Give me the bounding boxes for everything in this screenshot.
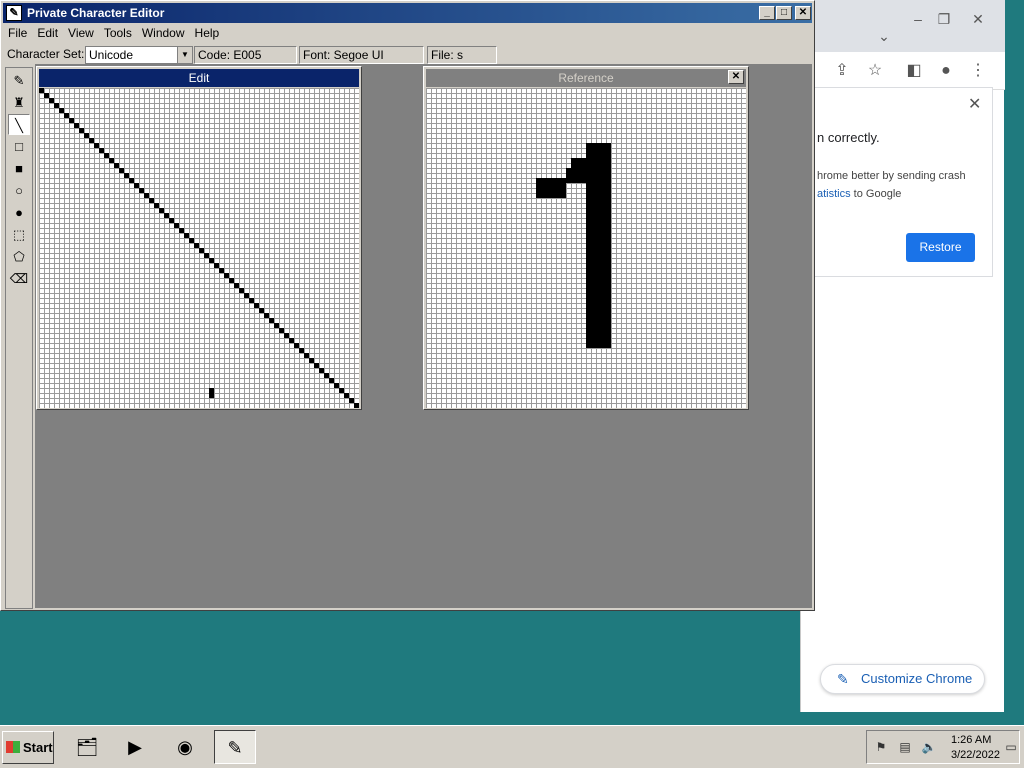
edit-window-title: Edit <box>39 69 359 87</box>
profile-icon[interactable]: ● <box>935 60 957 82</box>
crash-text: hrome better by sending crash <box>817 170 966 182</box>
character-set-select[interactable]: Unicode ▼ <box>85 46 193 64</box>
menu-bar: File Edit View Tools Window Help <box>3 23 812 43</box>
grid-pixel <box>606 343 611 348</box>
edit-window: Edit <box>36 66 362 410</box>
reference-window-title: Reference <box>426 69 746 87</box>
chevron-down-icon[interactable]: ⌄ <box>873 28 895 44</box>
crash-text-suffix: to Google <box>850 188 902 200</box>
menu-view[interactable]: View <box>63 23 99 43</box>
grid-pixel <box>581 163 586 168</box>
workspace: Edit Reference ✕ <box>35 64 812 608</box>
chrome-taskbar-icon[interactable]: ◉ <box>164 730 206 764</box>
hollow-ellipse-icon[interactable]: ○ <box>8 180 30 201</box>
minimize-icon[interactable]: – <box>907 11 929 27</box>
window-title: Private Character Editor <box>27 6 165 20</box>
brush-icon[interactable]: ♜ <box>8 92 30 113</box>
eraser-icon[interactable]: ⌫ <box>8 268 30 289</box>
menu-kebab-icon[interactable]: ⋮ <box>967 60 989 82</box>
freeform-selection-icon[interactable]: ⬠ <box>8 246 30 267</box>
start-label: Start <box>23 740 53 755</box>
show-desktop-icon[interactable]: ▭ <box>1003 739 1019 755</box>
close-button[interactable]: ✕ <box>795 6 811 20</box>
network-icon[interactable]: ▤ <box>897 739 913 755</box>
flag-icon[interactable]: ⚑ <box>873 739 889 755</box>
restore-button[interactable]: Restore <box>906 233 975 262</box>
customize-chrome-button[interactable]: ✎ Customize Chrome <box>820 664 985 694</box>
chrome-toolbar: ⇪ ☆ ◧ ● ⋮ <box>801 52 1005 90</box>
minimize-button[interactable]: _ <box>759 6 775 20</box>
pencil-icon: ✎ <box>837 671 849 687</box>
menu-help[interactable]: Help <box>190 23 225 43</box>
menu-edit[interactable]: Edit <box>32 23 63 43</box>
file-field: File: s <box>427 46 497 64</box>
restore-icon[interactable]: ❐ <box>933 11 955 27</box>
pencil-icon[interactable]: ✎ <box>8 70 30 91</box>
app-icon[interactable]: ✎ <box>6 5 22 21</box>
maximize-button[interactable]: □ <box>776 6 792 20</box>
chrome-window: – ❐ ✕ ⌄ ⇪ ☆ ◧ ● ⋮ ✕ n correctly. hrome b… <box>800 0 1005 712</box>
crash-restore-card: ✕ n correctly. hrome better by sending c… <box>801 87 993 277</box>
edit-grid[interactable] <box>39 88 359 408</box>
chevron-down-icon[interactable]: ▼ <box>177 47 192 63</box>
code-field: Code: E005 <box>194 46 297 64</box>
close-button[interactable]: ✕ <box>728 70 744 84</box>
reference-window: Reference ✕ <box>423 66 749 410</box>
share-icon[interactable]: ⇪ <box>831 60 853 82</box>
crash-text-line2: atistics to Google <box>817 188 901 200</box>
star-icon[interactable]: ☆ <box>864 60 886 82</box>
close-icon[interactable]: ✕ <box>968 94 981 114</box>
clock-date[interactable]: 3/22/2022 <box>951 749 1000 761</box>
system-tray: ⚑ ▤ 🔈 1:26 AM 3/22/2022 ▭ <box>866 730 1020 764</box>
crash-title: n correctly. <box>817 130 880 145</box>
hollow-rectangle-icon[interactable]: □ <box>8 136 30 157</box>
taskbar: Start 🗂 ▶ ◉ ✎ ⚑ ▤ 🔈 1:26 AM 3/22/2022 ▭ <box>0 725 1024 768</box>
grid-pixel <box>606 153 611 158</box>
font-field: Font: Segoe UI <box>299 46 424 64</box>
filled-ellipse-icon[interactable]: ● <box>8 202 30 223</box>
toolbox: ✎ ♜ ╲ □ ■ ○ ● ⬚ ⬠ ⌫ <box>5 67 33 609</box>
chrome-titlebar: – ❐ ✕ ⌄ <box>801 0 1005 52</box>
line-icon[interactable]: ╲ <box>8 114 30 135</box>
character-set-value: Unicode <box>89 48 134 62</box>
private-character-editor-taskbar-icon[interactable]: ✎ <box>214 730 256 764</box>
close-icon[interactable]: ✕ <box>967 11 989 27</box>
side-panel-icon[interactable]: ◧ <box>903 60 925 82</box>
media-player-taskbar-icon[interactable]: ▶ <box>114 730 156 764</box>
start-button[interactable]: Start <box>2 731 54 764</box>
menu-window[interactable]: Window <box>137 23 190 43</box>
grid-pixel <box>561 193 566 198</box>
grid-pixel <box>354 403 359 408</box>
character-set-bar: Character Set: Unicode ▼ Code: E005 Font… <box>3 44 812 64</box>
title-bar: ✎ Private Character Editor _ □ ✕ <box>3 3 812 23</box>
explorer-taskbar-icon[interactable]: 🗂 <box>66 730 108 764</box>
menu-tools[interactable]: Tools <box>99 23 137 43</box>
character-set-label: Character Set: <box>7 47 85 61</box>
customize-chrome-label: Customize Chrome <box>861 671 973 686</box>
rectangular-selection-icon[interactable]: ⬚ <box>8 224 30 245</box>
statistics-link[interactable]: atistics <box>817 188 851 200</box>
private-character-editor-window: ✎ Private Character Editor _ □ ✕ File Edi… <box>0 0 815 611</box>
grid-pixel <box>581 178 586 183</box>
filled-rectangle-icon[interactable]: ■ <box>8 158 30 179</box>
volume-icon[interactable]: 🔈 <box>921 739 937 755</box>
clock-time[interactable]: 1:26 AM <box>951 734 991 746</box>
grid-pixel <box>209 393 214 398</box>
reference-grid <box>426 88 746 408</box>
windows-logo-icon <box>6 741 20 753</box>
menu-file[interactable]: File <box>3 23 32 43</box>
